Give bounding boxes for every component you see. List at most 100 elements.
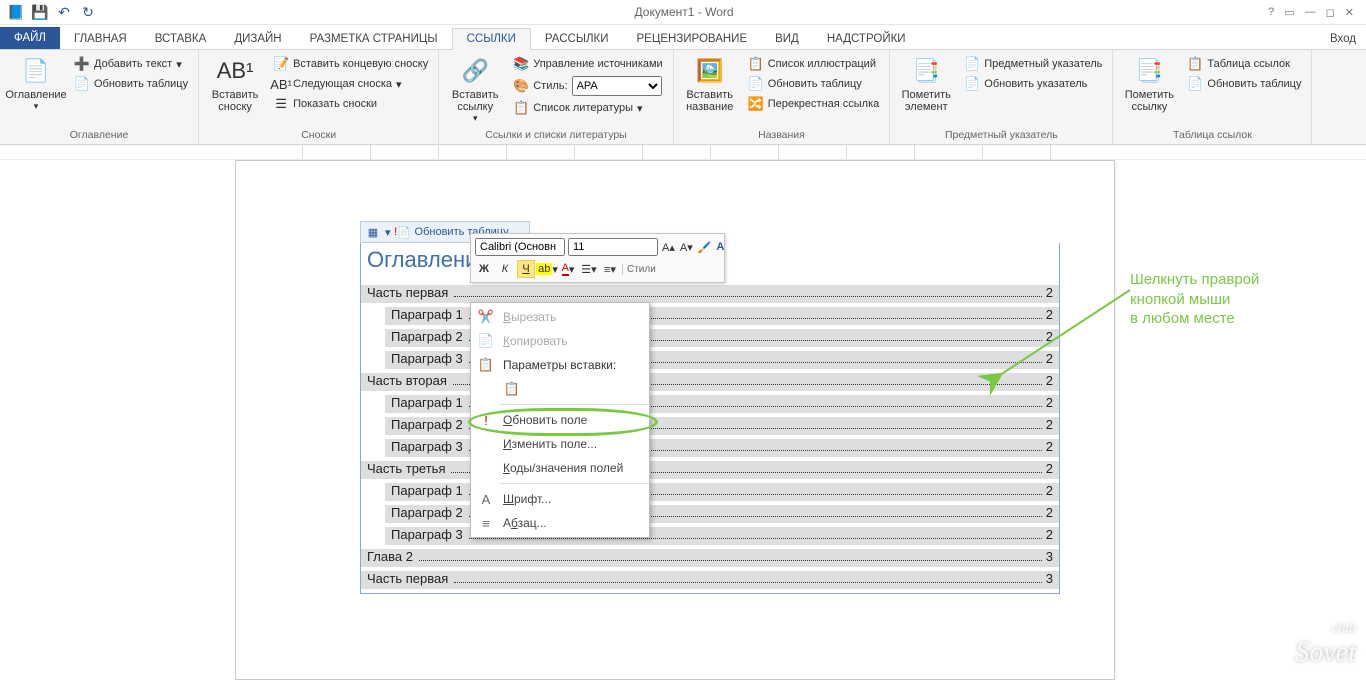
- font-family-input[interactable]: [475, 238, 565, 256]
- toc-row-label: Часть первая: [367, 571, 450, 586]
- group-captions-label: Названия: [680, 127, 884, 144]
- manage-icon: 📚: [513, 56, 529, 72]
- grow-font-icon[interactable]: A▴: [661, 238, 676, 256]
- insert-index-button[interactable]: 📄Предметный указатель: [960, 55, 1106, 73]
- font-size-input[interactable]: [568, 238, 658, 256]
- bibliography-button[interactable]: 📋Список литературы ▾: [509, 99, 666, 117]
- toc-update-icon[interactable]: !📄: [395, 224, 411, 240]
- italic-button[interactable]: К: [496, 260, 514, 278]
- insert-caption-button[interactable]: 🖼️ Вставить название: [680, 52, 740, 113]
- annotation-text: Шелкнуть праврой кнопкой мыши в любом ме…: [1130, 270, 1330, 329]
- ribbon-tabs: ФАЙЛ ГЛАВНАЯ ВСТАВКА ДИЗАЙН РАЗМЕТКА СТР…: [0, 25, 1366, 50]
- update-toa-button[interactable]: 📄Обновить таблицу: [1183, 75, 1305, 93]
- tab-insert[interactable]: ВСТАВКА: [141, 29, 221, 49]
- insert-footnote-button[interactable]: AB¹ Вставить сноску: [205, 52, 265, 113]
- toc-row-label: Часть третья: [367, 461, 447, 476]
- save-icon[interactable]: 💾: [30, 2, 50, 22]
- ctx-copy[interactable]: 📄Копировать: [471, 329, 649, 353]
- ctx-paste-keep[interactable]: 📋: [471, 377, 649, 401]
- show-footnotes-button[interactable]: ☰Показать сноски: [269, 95, 432, 113]
- toc-row-page: 2: [1046, 351, 1053, 366]
- watermark: clubSovet: [1295, 621, 1356, 669]
- insert-endnote-button[interactable]: 📝Вставить концевую сноску: [269, 55, 432, 73]
- toc-row[interactable]: Часть первая3: [361, 571, 1059, 589]
- ribbon-display-icon[interactable]: ▭: [1284, 6, 1294, 19]
- close-icon[interactable]: ✕: [1345, 6, 1354, 19]
- toc-row[interactable]: Часть первая2: [361, 285, 1059, 303]
- highlight-icon[interactable]: ab▾: [538, 260, 556, 278]
- update-toc-button[interactable]: 📄Обновить таблицу: [70, 75, 192, 93]
- ctx-paragraph[interactable]: ≡Абзац...: [471, 511, 649, 535]
- toc-row[interactable]: Глава 23: [361, 549, 1059, 567]
- biblio-icon: 📋: [513, 100, 529, 116]
- tab-mailings[interactable]: РАССЫЛКИ: [531, 29, 623, 49]
- tab-references[interactable]: ССЫЛКИ: [452, 28, 531, 50]
- restore-icon[interactable]: ◻: [1326, 6, 1335, 19]
- login-link[interactable]: Вход: [1320, 29, 1366, 49]
- undo-icon[interactable]: ↶: [54, 2, 74, 22]
- ribbon: 📄 Оглавление ▾ ➕Добавить текст ▾ 📄Обнови…: [0, 50, 1366, 145]
- bold-button[interactable]: Ж: [475, 260, 493, 278]
- styles-label[interactable]: Стили: [622, 264, 656, 275]
- underline-button[interactable]: Ч: [517, 260, 535, 278]
- next-footnote-icon: AB¹: [273, 76, 289, 92]
- toc-row-label: Параграф 2: [391, 505, 465, 520]
- ctx-paste-options: 📋Параметры вставки:: [471, 353, 649, 377]
- minimize-icon[interactable]: —: [1305, 6, 1316, 19]
- next-footnote-button[interactable]: AB¹Следующая сноска ▾: [269, 75, 432, 93]
- quick-access-toolbar: 📘 💾 ↶ ↻ Документ1 - Word ? ▭ — ◻ ✕: [0, 0, 1366, 25]
- toc-menu-icon[interactable]: ▦: [365, 224, 381, 240]
- tab-layout[interactable]: РАЗМЕТКА СТРАНИЦЫ: [296, 29, 452, 49]
- tab-design[interactable]: ДИЗАЙН: [220, 29, 295, 49]
- font-color-icon[interactable]: A▾: [559, 260, 577, 278]
- caption-icon: 🖼️: [694, 55, 726, 87]
- toc-row[interactable]: Часть вторая2: [361, 373, 1059, 391]
- toc-row-page: 2: [1046, 373, 1053, 388]
- citation-icon: 🔗: [459, 55, 491, 87]
- styles-icon[interactable]: A: [715, 238, 725, 256]
- update-index-button[interactable]: 📄Обновить указатель: [960, 75, 1106, 93]
- crossref-button[interactable]: 🔀Перекрестная ссылка: [744, 95, 884, 113]
- mark-entry-button[interactable]: 📑 Пометить элемент: [896, 52, 956, 113]
- toc-button[interactable]: 📄 Оглавление ▾: [6, 52, 66, 112]
- toc-row[interactable]: Часть третья2: [361, 461, 1059, 479]
- manage-sources-button[interactable]: 📚Управление источниками: [509, 55, 666, 73]
- bullets-icon[interactable]: ☰▾: [580, 260, 598, 278]
- tab-file[interactable]: ФАЙЛ: [0, 27, 60, 49]
- ctx-cut[interactable]: ✂️Вырезать: [471, 305, 649, 329]
- citation-style-select[interactable]: APA: [572, 76, 662, 96]
- tab-addins[interactable]: НАДСТРОЙКИ: [813, 29, 920, 49]
- group-index: 📑 Пометить элемент 📄Предметный указатель…: [890, 50, 1113, 144]
- figure-list-button[interactable]: 📋Список иллюстраций: [744, 55, 884, 73]
- ctx-toggle-codes[interactable]: Коды/значения полей: [471, 456, 649, 480]
- redo-icon[interactable]: ↻: [78, 2, 98, 22]
- toc-row-label: Часть первая: [367, 285, 450, 300]
- help-icon[interactable]: ?: [1268, 6, 1274, 19]
- insert-toa-button[interactable]: 📋Таблица ссылок: [1183, 55, 1305, 73]
- copy-icon: 📄: [477, 332, 495, 350]
- update-captions-button[interactable]: 📄Обновить таблицу: [744, 75, 884, 93]
- update-field-icon: !: [477, 411, 495, 429]
- update-toa-icon: 📄: [1187, 76, 1203, 92]
- tab-view[interactable]: ВИД: [761, 29, 813, 49]
- format-painter-icon[interactable]: 🖌️: [697, 238, 713, 256]
- tab-review[interactable]: РЕЦЕНЗИРОВАНИЕ: [623, 29, 762, 49]
- citation-style-row: 🎨 Стиль: APA: [509, 75, 666, 97]
- insert-citation-button[interactable]: 🔗 Вставить ссылку ▾: [445, 52, 505, 124]
- endnote-icon: 📝: [273, 56, 289, 72]
- ctx-font[interactable]: AШрифт...: [471, 487, 649, 511]
- numbering-icon[interactable]: ≡▾: [601, 260, 619, 278]
- ctx-edit-field[interactable]: Изменить поле...: [471, 432, 649, 456]
- footnote-icon: AB¹: [219, 55, 251, 87]
- mark-entry-icon: 📑: [910, 55, 942, 87]
- group-captions: 🖼️ Вставить название 📋Список иллюстраций…: [674, 50, 891, 144]
- update-icon: 📄: [74, 76, 90, 92]
- shrink-font-icon[interactable]: A▾: [679, 238, 694, 256]
- ctx-update-field[interactable]: !Обновить поле: [471, 408, 649, 432]
- tab-home[interactable]: ГЛАВНАЯ: [60, 29, 141, 49]
- group-citations-label: Ссылки и списки литературы: [445, 127, 666, 144]
- group-citations: 🔗 Вставить ссылку ▾ 📚Управление источник…: [439, 50, 673, 144]
- mark-citation-button[interactable]: 📑 Пометить ссылку: [1119, 52, 1179, 113]
- add-text-button[interactable]: ➕Добавить текст ▾: [70, 55, 192, 73]
- window-title: Документ1 - Word: [100, 5, 1268, 19]
